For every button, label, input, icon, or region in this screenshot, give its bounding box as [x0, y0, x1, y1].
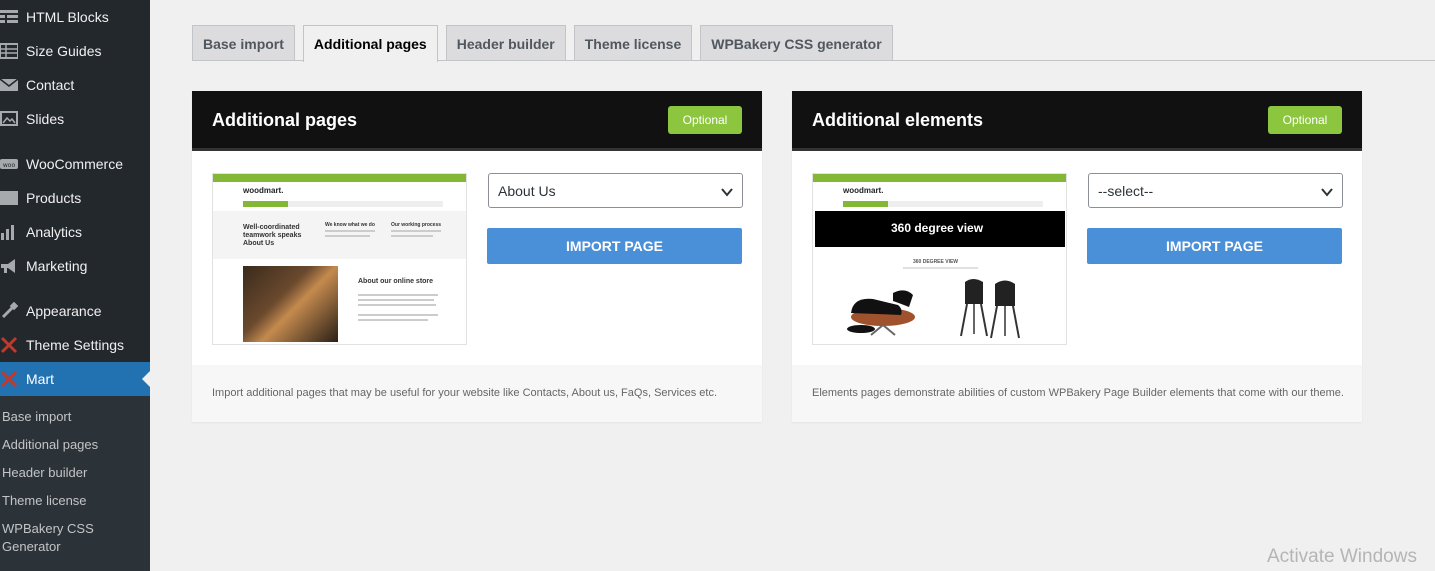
optional-badge: Optional	[668, 106, 742, 134]
card-title: Additional pages	[212, 110, 358, 130]
brush-icon	[0, 302, 18, 320]
preview-text-line	[391, 235, 433, 237]
select-value: About Us	[498, 182, 556, 199]
preview-logo: woodmart.	[243, 186, 284, 195]
menu-label: HTML Blocks	[26, 9, 109, 25]
preview-col1: We know what we do	[325, 222, 375, 228]
preview-nav-accent	[843, 201, 888, 207]
menu-contact[interactable]: Contact	[0, 68, 150, 102]
card-header: Additional elements Optional	[792, 91, 1362, 151]
preview-text-line	[358, 294, 438, 296]
submenu-additional-pages[interactable]: Additional pages	[2, 436, 142, 454]
optional-badge: Optional	[1268, 106, 1342, 134]
bar-chart-icon	[0, 223, 18, 241]
preview-photo	[243, 266, 338, 342]
page-select[interactable]: About Us	[488, 173, 743, 208]
tab-base-import[interactable]: Base import	[192, 25, 295, 61]
card-description: Import additional pages that may be usef…	[212, 387, 718, 399]
additional-pages-card: Additional pages Optional woodmart. Well…	[192, 91, 762, 422]
preview-text-line	[358, 314, 438, 316]
select-value: --select--	[1098, 182, 1154, 199]
element-select[interactable]: --select--	[1088, 173, 1343, 208]
import-page-button[interactable]: IMPORT PAGE	[487, 228, 742, 264]
preview-nav-accent	[243, 201, 288, 207]
activate-windows-watermark: Activate Windows	[1267, 546, 1417, 567]
menu-size-guides[interactable]: Size Guides	[0, 34, 150, 68]
x-icon	[0, 336, 18, 354]
menu-label: Size Guides	[26, 43, 102, 59]
menu-marketing[interactable]: Marketing	[0, 249, 150, 283]
menu-label: Products	[26, 190, 82, 206]
menu-analytics[interactable]: Analytics	[0, 215, 150, 249]
preview-text-line	[358, 304, 436, 306]
x-icon	[0, 370, 18, 388]
envelope-icon	[0, 76, 18, 94]
side-chairs-image	[960, 279, 1020, 339]
additional-elements-card: Additional elements Optional woodmart. 3…	[792, 91, 1362, 422]
submenu-wpbakery-css-generator[interactable]: WPBakery CSS Generator	[2, 520, 102, 556]
mart-submenu: Base import Additional pages Header buil…	[0, 396, 150, 571]
menu-products[interactable]: Products	[0, 181, 150, 215]
menu-label: Mart	[26, 371, 54, 387]
menu-woocommerce[interactable]: woo WooCommerce	[0, 147, 150, 181]
woo-icon: woo	[0, 155, 18, 173]
elements-preview-image: woodmart. 360 degree view 360 DEGREE VIE…	[812, 173, 1067, 345]
card-header: Additional pages Optional	[192, 91, 762, 151]
table-icon	[0, 42, 18, 60]
menu-appearance[interactable]: Appearance	[0, 294, 150, 328]
menu-label: Analytics	[26, 224, 83, 240]
preview-text-line	[358, 299, 434, 301]
preview-text-line	[391, 230, 441, 232]
tab-header-builder[interactable]: Header builder	[445, 25, 566, 61]
menu-mart[interactable]: Mart	[0, 362, 150, 396]
preview-store-heading: About our online store	[358, 278, 434, 285]
import-tabs: Base import Additional pages Header buil…	[192, 25, 901, 62]
card-footer: Import additional pages that may be usef…	[192, 365, 762, 422]
lounge-chair-image	[847, 290, 915, 336]
submenu-base-import[interactable]: Base import	[2, 408, 142, 426]
submenu-header-builder[interactable]: Header builder	[2, 464, 142, 482]
box-icon	[0, 189, 18, 207]
preview-logo: woodmart.	[843, 186, 884, 195]
menu-html-blocks[interactable]: HTML Blocks	[0, 0, 150, 34]
tab-theme-license[interactable]: Theme license	[573, 25, 693, 61]
menu-label: Theme Settings	[26, 337, 125, 353]
preview-text-line	[325, 235, 370, 237]
card-footer: Elements pages demonstrate abilities of …	[792, 365, 1362, 422]
menu-label: Slides	[26, 111, 65, 127]
page-preview-image: woodmart. Well-coordinated teamwork spea…	[212, 173, 467, 345]
import-page-button[interactable]: IMPORT PAGE	[1087, 228, 1342, 264]
menu-label: Marketing	[26, 258, 88, 274]
svg-text:woo: woo	[3, 162, 16, 169]
menu-label: Contact	[26, 77, 75, 93]
preview-text-line	[325, 230, 375, 232]
preview-topbar	[213, 174, 466, 182]
preview-topbar	[813, 174, 1066, 182]
megaphone-icon	[0, 257, 18, 275]
preview-subtitle: 360 DEGREE VIEW	[913, 259, 959, 265]
menu-label: WooCommerce	[26, 156, 123, 172]
preview-banner-title: 360 degree view	[891, 221, 984, 235]
grid-icon	[0, 8, 18, 26]
menu-slides[interactable]: Slides	[0, 102, 150, 136]
admin-sidebar: HTML Blocks Size Guides Contact Slides w…	[0, 0, 150, 571]
menu-label: Appearance	[26, 303, 102, 319]
card-description: Elements pages demonstrate abilities of …	[812, 387, 1344, 399]
card-title: Additional elements	[812, 110, 984, 130]
chevron-down-icon	[721, 188, 733, 197]
preview-text-line	[358, 319, 428, 321]
chevron-down-icon	[1321, 188, 1333, 197]
tab-additional-pages[interactable]: Additional pages	[302, 25, 438, 62]
preview-text-line	[903, 267, 978, 269]
submenu-theme-license[interactable]: Theme license	[2, 492, 142, 510]
preview-heading: Well-coordinated teamwork speaks About U…	[243, 224, 302, 247]
tab-wpbakery-css-generator[interactable]: WPBakery CSS generator	[700, 25, 893, 61]
menu-theme-settings[interactable]: Theme Settings	[0, 328, 150, 362]
preview-col2: Our working process	[391, 222, 442, 228]
slides-icon	[0, 110, 18, 128]
